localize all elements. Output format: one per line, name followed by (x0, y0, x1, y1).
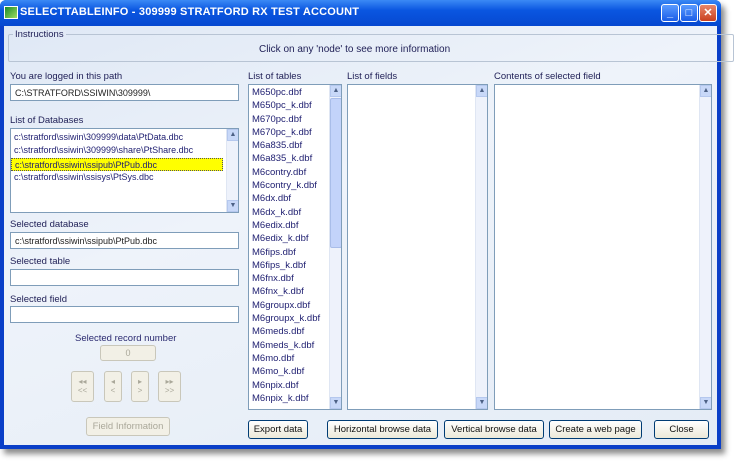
instructions-text: Click on any 'node' to see more informat… (259, 44, 451, 55)
table-item[interactable]: M6dx_k.dbf (249, 206, 341, 219)
client-area: Instructions Click on any 'node' to see … (4, 26, 734, 445)
close-button[interactable]: Close (654, 420, 709, 439)
record-number-label: Selected record number (75, 333, 177, 344)
prev-record-button[interactable]: ◂ < (104, 371, 122, 402)
selected-database-label: Selected database (10, 219, 89, 230)
prev-icon: ◂ (110, 377, 115, 386)
database-item-selected[interactable]: c:\stratford\ssiwin\ssipub\PtPub.dbc (11, 157, 223, 171)
close-window-button[interactable]: ✕ (699, 4, 717, 22)
selected-field-label: Selected field (10, 294, 68, 305)
tables-scrollbar[interactable]: ▲ ▼ (329, 85, 341, 409)
database-item[interactable]: c:\stratford\ssiwin\309999\data\PtData.d… (11, 131, 238, 144)
export-data-button[interactable]: Export data (248, 420, 308, 439)
scroll-up-icon[interactable]: ▲ (476, 85, 487, 97)
database-item[interactable]: c:\stratford\ssiwin\309999\share\PtShare… (11, 144, 238, 157)
scroll-up-icon[interactable]: ▲ (227, 129, 238, 141)
table-item[interactable]: M6a835_k.dbf (249, 152, 341, 165)
table-item[interactable]: M650pc_k.dbf (249, 99, 341, 112)
create-web-page-button[interactable]: Create a web page (549, 420, 642, 439)
table-item[interactable]: M6edix.dbf (249, 219, 341, 232)
scroll-down-icon[interactable]: ▼ (227, 200, 238, 212)
next-text: > (137, 386, 143, 395)
first-icon: ◂◂ (78, 377, 87, 386)
table-item[interactable]: M6mo.dbf (249, 352, 341, 365)
record-number-field[interactable]: 0 (100, 345, 156, 361)
field-information-button[interactable]: Field Information (86, 417, 170, 436)
contents-field[interactable]: ▲ ▼ (494, 84, 712, 410)
tables-list[interactable]: M650pc.dbf M650pc_k.dbf M670pc.dbf M670pc_k… (248, 84, 342, 410)
database-item[interactable]: c:\stratford\ssiwin\ssisys\PtSys.dbc (11, 171, 238, 184)
instructions-group: Instructions Click on any 'node' to see … (8, 29, 734, 62)
app-logo-icon (4, 6, 18, 19)
table-item[interactable]: M6groupx_k.dbf (249, 312, 341, 325)
table-item[interactable]: M6contry_k.dbf (249, 179, 341, 192)
horizontal-browse-button[interactable]: Horizontal browse data (327, 420, 438, 439)
table-item[interactable]: M6meds_k.dbf (249, 339, 341, 352)
last-icon: ▸▸ (165, 377, 174, 386)
first-text: << (77, 386, 88, 395)
scroll-up-icon[interactable]: ▲ (330, 85, 341, 97)
scroll-down-icon[interactable]: ▼ (476, 397, 487, 409)
table-item[interactable]: M6fips_k.dbf (249, 259, 341, 272)
table-item[interactable]: M670pc_k.dbf (249, 126, 341, 139)
scroll-thumb[interactable] (330, 98, 341, 248)
instructions-label: Instructions (13, 29, 66, 40)
table-item[interactable]: M6mo_k.dbf (249, 365, 341, 378)
main-window: SELECTTABLEINFO - 309999 STRATFORD RX TE… (0, 0, 734, 449)
table-item[interactable]: M6groupx.dbf (249, 299, 341, 312)
databases-list[interactable]: c:\stratford\ssiwin\309999\data\PtData.d… (10, 128, 239, 213)
next-icon: ▸ (137, 377, 142, 386)
table-item[interactable]: M650pc.dbf (249, 86, 341, 99)
title-bar[interactable]: SELECTTABLEINFO - 309999 STRATFORD RX TE… (0, 0, 721, 26)
next-record-button[interactable]: ▸ > (131, 371, 149, 402)
selected-table-label: Selected table (10, 256, 71, 267)
fields-list[interactable]: ▲ ▼ (347, 84, 488, 410)
path-label: You are logged in this path (10, 71, 123, 82)
databases-label: List of Databases (10, 115, 84, 126)
prev-text: < (110, 386, 116, 395)
window-title: SELECTTABLEINFO - 309999 STRATFORD RX TE… (20, 6, 360, 18)
selected-database-field[interactable]: c:\stratford\ssiwin\ssipub\PtPub.dbc (10, 232, 239, 249)
table-item[interactable]: M6a835.dbf (249, 139, 341, 152)
selected-table-field[interactable] (10, 269, 239, 286)
last-record-button[interactable]: ▸▸ >> (158, 371, 181, 402)
table-item[interactable]: M6fips.dbf (249, 246, 341, 259)
contents-scrollbar[interactable]: ▲ ▼ (699, 85, 711, 409)
databases-scrollbar[interactable]: ▲ ▼ (226, 129, 238, 212)
table-item[interactable]: M6dx.dbf (249, 192, 341, 205)
tables-label: List of tables (248, 71, 302, 82)
table-item[interactable]: M6fnx_k.dbf (249, 285, 341, 298)
table-item[interactable]: M6fnx.dbf (249, 272, 341, 285)
maximize-button[interactable]: □ (680, 4, 698, 22)
scroll-down-icon[interactable]: ▼ (700, 397, 711, 409)
path-field[interactable]: C:\STRATFORD\SSIWIN\309999\ (10, 84, 239, 101)
table-item[interactable]: M6meds.dbf (249, 325, 341, 338)
table-item[interactable]: M6npix.dbf (249, 379, 341, 392)
vertical-browse-button[interactable]: Vertical browse data (444, 420, 544, 439)
table-item[interactable]: M670pc.dbf (249, 113, 341, 126)
scroll-down-icon[interactable]: ▼ (330, 397, 341, 409)
scroll-up-icon[interactable]: ▲ (700, 85, 711, 97)
contents-label: Contents of selected field (494, 71, 601, 82)
fields-label: List of fields (347, 71, 398, 82)
fields-scrollbar[interactable]: ▲ ▼ (475, 85, 487, 409)
last-text: >> (164, 386, 175, 395)
minimize-button[interactable]: _ (661, 4, 679, 22)
table-item[interactable]: M6contry.dbf (249, 166, 341, 179)
selected-field-field[interactable] (10, 306, 239, 323)
table-item[interactable]: M6npix_k.dbf (249, 392, 341, 405)
first-record-button[interactable]: ◂◂ << (71, 371, 94, 402)
table-item[interactable]: M6edix_k.dbf (249, 232, 341, 245)
